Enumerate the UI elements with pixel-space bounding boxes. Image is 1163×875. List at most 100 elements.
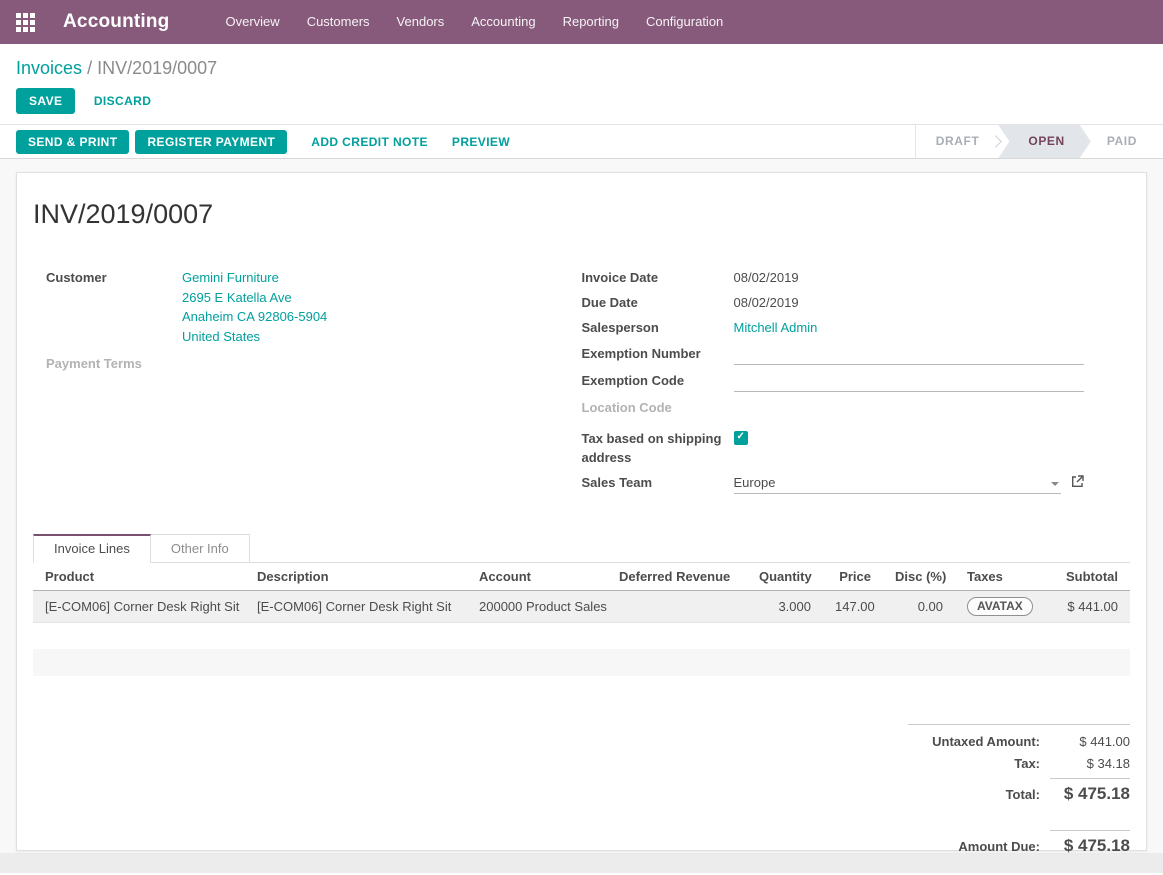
status-step-open[interactable]: OPEN xyxy=(998,125,1090,158)
nav-item-vendors[interactable]: Vendors xyxy=(397,0,445,44)
tab-invoice-lines[interactable]: Invoice Lines xyxy=(33,534,151,563)
amount-due-row: Amount Due: $ 475.18 xyxy=(908,830,1130,856)
exemption-code-row: Exemption Code xyxy=(582,371,1085,392)
col-deferred-revenue: Deferred Revenue xyxy=(607,563,747,591)
left-column: Customer Gemini Furniture 2695 E Katella… xyxy=(33,268,582,500)
invoice-sheet: INV/2019/0007 Customer Gemini Furniture … xyxy=(16,172,1147,851)
discard-button[interactable]: DISCARD xyxy=(88,88,157,114)
cell-taxes[interactable]: AVATAX xyxy=(955,590,1039,622)
due-date-value[interactable]: 08/02/2019 xyxy=(734,293,799,312)
external-link-icon[interactable] xyxy=(1071,475,1084,491)
nav-item-customers[interactable]: Customers xyxy=(307,0,370,44)
add-credit-note-button[interactable]: ADD CREDIT NOTE xyxy=(305,129,434,155)
tax-label: Tax: xyxy=(1014,756,1040,771)
cell-quantity[interactable]: 3.000 xyxy=(747,590,823,622)
cell-subtotal[interactable]: $ 441.00 xyxy=(1039,590,1130,622)
col-disc: Disc (%) xyxy=(883,563,955,591)
nav-item-configuration[interactable]: Configuration xyxy=(646,0,723,44)
exemption-number-row: Exemption Number xyxy=(582,344,1085,365)
total-value: $ 475.18 xyxy=(1050,778,1130,804)
due-date-label: Due Date xyxy=(582,293,734,312)
sales-team-value[interactable]: Europe xyxy=(734,475,776,490)
salesperson-label: Salesperson xyxy=(582,318,734,337)
customer-label: Customer xyxy=(46,268,182,287)
invoice-number-title: INV/2019/0007 xyxy=(33,199,1130,230)
customer-street-link[interactable]: 2695 E Katella Ave xyxy=(182,288,327,308)
right-column: Invoice Date 08/02/2019 Due Date 08/02/2… xyxy=(582,268,1131,500)
breadcrumb-invoices-link[interactable]: Invoices xyxy=(16,58,82,78)
tax-shipping-checkbox[interactable] xyxy=(734,431,748,445)
nav-item-reporting[interactable]: Reporting xyxy=(563,0,619,44)
due-date-row: Due Date 08/02/2019 xyxy=(582,293,1085,312)
exemption-number-input[interactable] xyxy=(734,344,1085,365)
empty-row xyxy=(33,649,1130,676)
nav-item-overview[interactable]: Overview xyxy=(226,0,280,44)
col-price: Price xyxy=(823,563,883,591)
col-taxes: Taxes xyxy=(955,563,1039,591)
totals-block: Untaxed Amount: $ 441.00 Tax: $ 34.18 To… xyxy=(908,724,1130,856)
status-bar: DRAFT OPEN PAID xyxy=(915,125,1163,158)
location-code-row: Location Code xyxy=(582,398,1085,419)
action-bar: SEND & PRINT REGISTER PAYMENT ADD CREDIT… xyxy=(0,125,1163,159)
field-group: Customer Gemini Furniture 2695 E Katella… xyxy=(33,268,1130,500)
col-account: Account xyxy=(467,563,607,591)
tax-shipping-label: Tax based on shipping address xyxy=(582,429,734,467)
form-view: INV/2019/0007 Customer Gemini Furniture … xyxy=(0,159,1163,853)
customer-name-link[interactable]: Gemini Furniture xyxy=(182,268,327,288)
tax-row: Tax: $ 34.18 xyxy=(908,756,1130,771)
location-code-label: Location Code xyxy=(582,398,734,417)
salesperson-link[interactable]: Mitchell Admin xyxy=(734,318,818,338)
cell-account[interactable]: 200000 Product Sales xyxy=(467,590,607,622)
customer-city-link[interactable]: Anaheim CA 92806-5904 xyxy=(182,307,327,327)
invoice-date-value[interactable]: 08/02/2019 xyxy=(734,268,799,287)
untaxed-amount-label: Untaxed Amount: xyxy=(932,734,1040,749)
breadcrumb: Invoices / INV/2019/0007 xyxy=(16,58,1147,79)
send-print-button[interactable]: SEND & PRINT xyxy=(16,130,129,154)
control-buttons: SAVE DISCARD xyxy=(16,88,1147,114)
tab-other-info[interactable]: Other Info xyxy=(151,534,250,563)
total-row: Total: $ 475.18 xyxy=(908,778,1130,804)
total-label: Total: xyxy=(1006,787,1040,802)
col-subtotal: Subtotal xyxy=(1039,563,1130,591)
save-button[interactable]: SAVE xyxy=(16,88,75,114)
col-description: Description xyxy=(245,563,467,591)
breadcrumb-separator: / xyxy=(87,58,92,78)
customer-row: Customer Gemini Furniture 2695 E Katella… xyxy=(46,268,542,346)
nav-item-accounting[interactable]: Accounting xyxy=(471,0,535,44)
register-payment-button[interactable]: REGISTER PAYMENT xyxy=(135,130,287,154)
cell-disc[interactable]: 0.00 xyxy=(883,590,955,622)
status-step-draft[interactable]: DRAFT xyxy=(920,125,996,158)
invoice-date-label: Invoice Date xyxy=(582,268,734,287)
app-title: Accounting xyxy=(63,11,170,33)
top-navbar: Accounting Overview Customers Vendors Ac… xyxy=(0,0,1163,44)
caret-down-icon[interactable] xyxy=(1051,482,1059,486)
sales-team-select[interactable]: Europe xyxy=(734,473,1062,494)
cell-deferred-revenue[interactable] xyxy=(607,590,747,622)
amount-due-value: $ 475.18 xyxy=(1050,830,1130,856)
tax-shipping-row: Tax based on shipping address xyxy=(582,429,1085,467)
preview-button[interactable]: PREVIEW xyxy=(446,129,516,155)
untaxed-amount-row: Untaxed Amount: $ 441.00 xyxy=(908,734,1130,749)
action-buttons: SEND & PRINT REGISTER PAYMENT ADD CREDIT… xyxy=(16,129,516,155)
page-bottom-strip xyxy=(0,853,1163,873)
status-step-paid[interactable]: PAID xyxy=(1091,125,1153,158)
apps-grid-icon[interactable] xyxy=(16,13,35,32)
sales-team-row: Sales Team Europe xyxy=(582,473,1085,494)
exemption-code-select[interactable] xyxy=(734,371,1085,392)
location-code-field[interactable] xyxy=(734,398,1085,419)
cell-price[interactable]: 147.00 xyxy=(823,590,883,622)
tax-badge[interactable]: AVATAX xyxy=(967,597,1033,616)
table-header-row: Product Description Account Deferred Rev… xyxy=(33,563,1130,591)
exemption-number-label: Exemption Number xyxy=(582,344,734,363)
breadcrumb-current: INV/2019/0007 xyxy=(97,58,217,78)
cell-product[interactable]: [E-COM06] Corner Desk Right Sit xyxy=(33,590,245,622)
control-panel: Invoices / INV/2019/0007 SAVE DISCARD xyxy=(0,44,1163,125)
payment-terms-field[interactable] xyxy=(182,354,542,375)
customer-address: Gemini Furniture 2695 E Katella Ave Anah… xyxy=(182,268,327,346)
amount-due-label: Amount Due: xyxy=(958,839,1040,854)
tax-value: $ 34.18 xyxy=(1050,756,1130,771)
exemption-code-label: Exemption Code xyxy=(582,371,734,390)
empty-row xyxy=(33,622,1130,649)
customer-country-link[interactable]: United States xyxy=(182,327,327,347)
cell-description[interactable]: [E-COM06] Corner Desk Right Sit xyxy=(245,590,467,622)
